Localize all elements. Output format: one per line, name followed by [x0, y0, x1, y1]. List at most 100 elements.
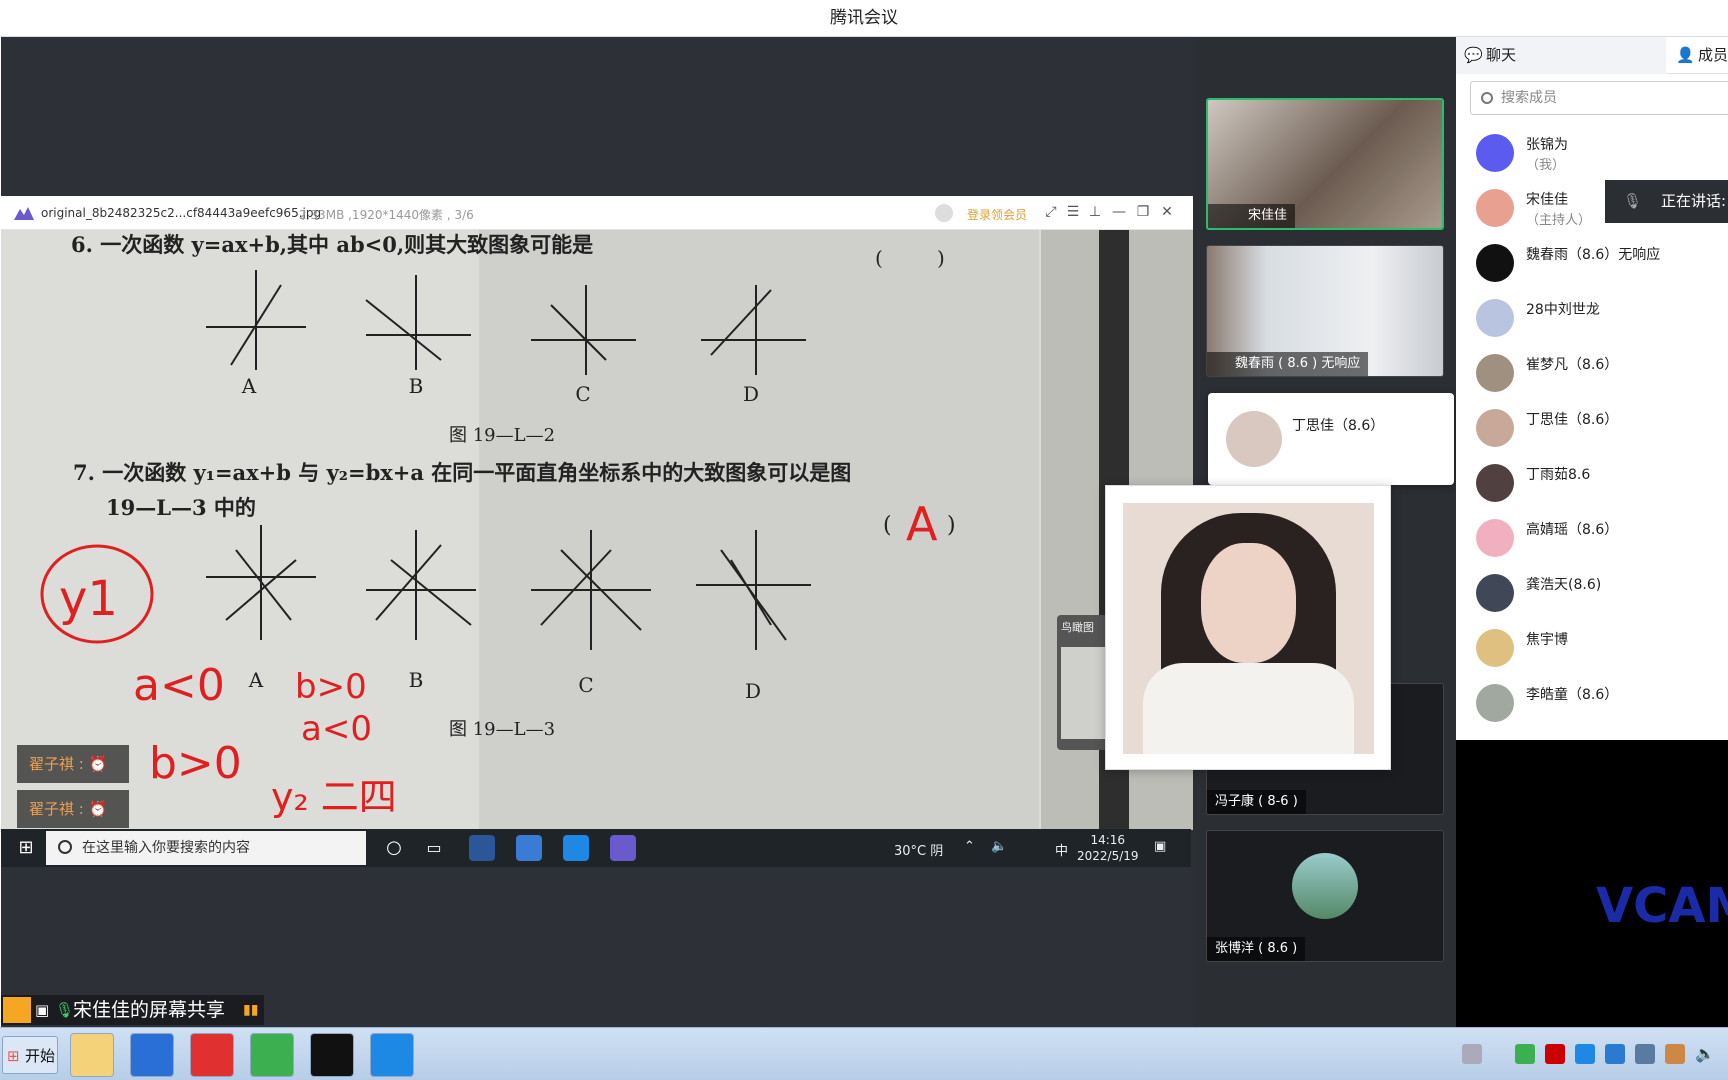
host-icon: [3, 997, 31, 1023]
avatar: [1226, 411, 1282, 467]
host-taskbar: ⊞ 开始 🔈: [0, 1027, 1728, 1080]
member-row[interactable]: 龚浩天(8.6): [1476, 569, 1728, 619]
tab-members[interactable]: 👤 成员: [1668, 37, 1728, 74]
member-row[interactable]: 丁思佳（8.6）: [1476, 404, 1728, 454]
q6-option-c: C: [575, 382, 590, 406]
file-explorer-icon[interactable]: [70, 1033, 114, 1077]
avatar: [1476, 629, 1514, 667]
taskbar-search-box[interactable]: 在这里输入你要搜索的内容: [46, 831, 366, 865]
ime-indicator[interactable]: 中: [1055, 840, 1068, 859]
video-tile[interactable]: 张博洋 ( 8.6 ): [1206, 830, 1444, 962]
share-banner-text: 宋佳佳的屏幕共享: [73, 999, 226, 1021]
video-tile[interactable]: 魏春雨 ( 8.6 ) 无响应: [1206, 245, 1444, 377]
search-placeholder: 在这里输入你要搜索的内容: [82, 840, 250, 856]
word-icon[interactable]: [469, 835, 495, 861]
taskbar-clock[interactable]: 14:16 2022/5/19: [1077, 832, 1139, 864]
opera-icon[interactable]: [190, 1033, 234, 1077]
member-row[interactable]: 李皓童（8.6）: [1476, 679, 1728, 729]
avatar-preview-image: [1123, 503, 1374, 754]
q7-option-d: D: [745, 679, 761, 703]
member-row[interactable]: 崔梦凡（8.6）: [1476, 349, 1728, 399]
record-icon[interactable]: [310, 1033, 354, 1077]
tencent-meeting-icon[interactable]: [370, 1033, 414, 1077]
clock-time: 14:16: [1090, 833, 1126, 847]
close-icon[interactable]: ✕: [1157, 202, 1177, 222]
handwriting-b-gt-0-b: b>0: [295, 667, 367, 707]
tile-name: 魏春雨 ( 8.6 ) 无响应: [1235, 356, 1361, 371]
start-button[interactable]: ⊞ 开始: [2, 1036, 58, 1074]
baidu-icon[interactable]: [516, 835, 542, 861]
user-avatar-icon[interactable]: [935, 204, 953, 222]
image-viewer-icon[interactable]: [610, 835, 636, 861]
volume-tray-icon[interactable]: 🔈: [1695, 1044, 1715, 1064]
avatar: [1476, 299, 1514, 337]
member-name: 焦宇博: [1526, 632, 1568, 648]
video-tile-label: 冯子康 ( 8-6 ): [1207, 790, 1306, 814]
member-row[interactable]: 丁雨茹8.6: [1476, 459, 1728, 509]
thumbnail-navigator[interactable]: 鸟瞰图: [1057, 615, 1107, 750]
video-tile[interactable]: 宋佳佳: [1206, 98, 1444, 230]
volume-icon[interactable]: 🔈: [991, 839, 1007, 854]
q7-figure-caption: 图 19—L—3: [449, 719, 555, 740]
windows-start-icon[interactable]: ⊞: [13, 835, 39, 861]
video-tile-label: 宋佳佳: [1208, 204, 1296, 228]
maximize-icon[interactable]: ❐: [1133, 202, 1153, 222]
viewer-filename: original_8b2482325c2...cf84443a9eefc965.…: [41, 206, 322, 220]
check-tray-icon[interactable]: [1605, 1044, 1625, 1064]
q7-option-a: A: [248, 668, 264, 692]
tab-members-label: 成员: [1698, 46, 1728, 64]
member-name: 龚浩天(8.6): [1526, 577, 1602, 593]
q6-option-d: D: [743, 382, 759, 406]
cortana-icon[interactable]: ○: [381, 835, 407, 861]
handwritten-answer: A: [906, 497, 938, 551]
search-icon: [58, 840, 72, 854]
members-icon: 👤: [1676, 46, 1695, 64]
app-tray-icon[interactable]: [1665, 1044, 1685, 1064]
avatar: [1476, 189, 1514, 227]
q6-option-a: A: [241, 374, 257, 398]
alarm-clock-icon: ⏰: [88, 755, 108, 773]
member-row[interactable]: 魏春雨（8.6）无响应: [1476, 239, 1728, 289]
menu-icon[interactable]: ☰: [1063, 202, 1083, 222]
record-tray-icon[interactable]: [1545, 1044, 1565, 1064]
member-row[interactable]: 张锦为 （我）: [1476, 129, 1728, 179]
minimize-icon[interactable]: —: [1109, 202, 1129, 222]
tencent-meeting-icon[interactable]: [563, 835, 589, 861]
login-vip-link[interactable]: 登录领会员: [967, 206, 1027, 223]
question6-text: 6. 一次函数 y=ax+b,其中 ab<0,则其大致图象可能是: [71, 232, 593, 257]
handwriting-b-gt-0: b>0: [149, 738, 242, 789]
network-tray-icon[interactable]: [1635, 1044, 1655, 1064]
keyboard-icon[interactable]: [1462, 1044, 1482, 1064]
member-name: 高婧瑶（8.6）: [1526, 522, 1619, 538]
pin-icon[interactable]: ⊥: [1085, 202, 1105, 222]
member-role: （主持人）: [1526, 213, 1592, 228]
meeting-tray-icon[interactable]: [1575, 1044, 1595, 1064]
wechat-tray-icon[interactable]: [1515, 1044, 1535, 1064]
member-hover-card: 丁思佳（8.6）: [1208, 393, 1454, 485]
start-label: 开始: [25, 1047, 56, 1065]
member-row[interactable]: 高婧瑶（8.6）: [1476, 514, 1728, 564]
task-view-icon[interactable]: ▭: [421, 835, 447, 861]
chevron-up-icon[interactable]: ⌃: [964, 839, 975, 854]
reminder-name: 翟子祺 :: [29, 800, 84, 818]
wechat-icon[interactable]: [250, 1033, 294, 1077]
media-player-icon[interactable]: [130, 1033, 174, 1077]
signal-icon: ▮▮: [243, 1002, 259, 1018]
reminder-name: 翟子祺 :: [29, 755, 84, 773]
notification-icon[interactable]: ▣: [1154, 839, 1166, 854]
fullscreen-icon[interactable]: ⤢: [1041, 202, 1061, 222]
avatar: [1476, 409, 1514, 447]
weather-readout[interactable]: 30°C 阴: [894, 840, 943, 859]
shared-windows-taskbar: ⊞ 在这里输入你要搜索的内容 ○ ▭ 30°C 阴 ⌃ 🔈 中 14:16 20…: [1, 829, 1191, 867]
reminder-notification[interactable]: 翟子祺 : ⏰: [17, 790, 129, 828]
tab-chat[interactable]: 💬 聊天: [1456, 37, 1666, 74]
member-search-input[interactable]: 搜索成员: [1470, 81, 1728, 115]
member-row[interactable]: 28中刘世龙: [1476, 294, 1728, 344]
member-name: 李皓童（8.6）: [1526, 687, 1619, 703]
svg-text:): ): [947, 513, 956, 538]
member-name: 魏春雨（8.6）无响应: [1526, 247, 1661, 263]
tab-chat-label: 聊天: [1486, 46, 1517, 64]
avatar: [1292, 853, 1358, 919]
member-row[interactable]: 焦宇博: [1476, 624, 1728, 674]
reminder-notification[interactable]: 翟子祺 : ⏰: [17, 745, 129, 783]
